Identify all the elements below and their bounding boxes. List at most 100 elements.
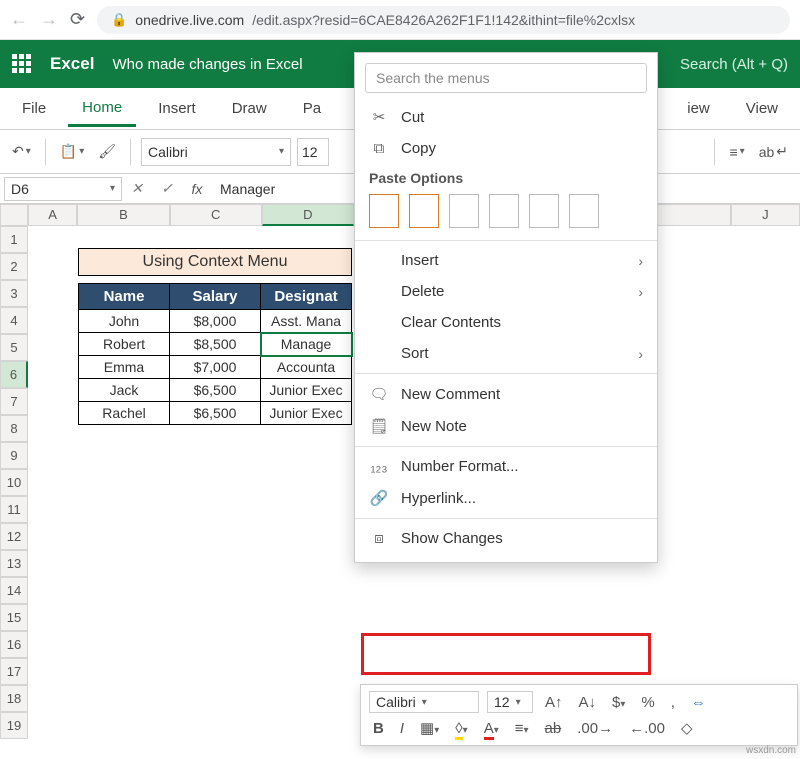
enter-formula-icon[interactable]: ✓ xyxy=(152,180,182,197)
row-header[interactable]: 19 xyxy=(0,712,28,739)
number-format-item[interactable]: ₁₂₃Number Format... xyxy=(355,451,657,482)
forward-button[interactable]: → xyxy=(40,9,58,30)
table-cell[interactable]: Asst. Mana xyxy=(261,310,352,333)
decrease-font-icon[interactable]: A↓ xyxy=(575,692,601,713)
row-header[interactable]: 12 xyxy=(0,523,28,550)
clear-format-icon[interactable]: ◇ xyxy=(677,717,697,739)
copy-item[interactable]: ⧉Copy xyxy=(355,133,657,164)
new-comment-item[interactable]: 🗨New Comment xyxy=(355,378,657,410)
fill-color-icon[interactable]: ◊▾ xyxy=(451,718,471,739)
comma-icon[interactable]: , xyxy=(667,692,679,713)
fx-icon[interactable]: fx xyxy=(182,181,212,197)
row-header[interactable]: 14 xyxy=(0,577,28,604)
align-button[interactable]: ≡▾ xyxy=(725,142,748,162)
reload-button[interactable]: ⟳ xyxy=(70,9,85,30)
merge-icon[interactable]: ⇔ xyxy=(687,692,710,713)
table-cell[interactable]: $7,000 xyxy=(170,356,261,379)
currency-icon[interactable]: $▾ xyxy=(608,692,629,713)
mini-size-select[interactable]: 12▾ xyxy=(487,691,533,713)
borders-icon[interactable]: ▦▾ xyxy=(416,717,443,739)
strikethrough-icon[interactable]: ab xyxy=(541,718,566,739)
tab-insert[interactable]: Insert xyxy=(144,92,210,125)
mini-font-select[interactable]: Calibri▾ xyxy=(369,691,479,713)
search-hint[interactable]: Search (Alt + Q) xyxy=(680,56,788,73)
col-header[interactable]: A xyxy=(28,204,78,226)
menu-search[interactable]: Search the menus xyxy=(365,63,647,93)
table-cell[interactable]: $6,500 xyxy=(170,379,261,402)
table-cell[interactable]: Junior Exec xyxy=(261,379,352,402)
row-header[interactable]: 1 xyxy=(0,226,28,253)
table-cell[interactable]: Accounta xyxy=(261,356,352,379)
row-header[interactable]: 11 xyxy=(0,496,28,523)
paste-link-icon[interactable] xyxy=(569,194,599,228)
tab-home[interactable]: Home xyxy=(68,91,136,127)
cancel-formula-icon[interactable]: ✕ xyxy=(122,180,152,197)
table-cell[interactable]: $8,500 xyxy=(170,333,261,356)
sort-item[interactable]: Sort› xyxy=(355,338,657,369)
align-icon[interactable]: ≡▾ xyxy=(511,718,533,739)
table-cell[interactable]: Robert xyxy=(79,333,170,356)
tab-page[interactable]: Pa xyxy=(289,92,335,125)
undo-button[interactable]: ↶▾ xyxy=(8,141,35,162)
address-bar[interactable]: 🔒 onedrive.live.com/edit.aspx?resid=6CAE… xyxy=(97,6,790,34)
tab-review[interactable]: iew xyxy=(673,92,724,125)
table-cell[interactable]: Emma xyxy=(79,356,170,379)
format-painter-icon[interactable]: 🖌 xyxy=(94,141,120,162)
table-cell[interactable]: Rachel xyxy=(79,402,170,425)
app-launcher-icon[interactable] xyxy=(12,54,32,74)
row-header[interactable]: 13 xyxy=(0,550,28,577)
bold-button[interactable]: B xyxy=(369,718,388,739)
percent-icon[interactable]: % xyxy=(637,692,658,713)
col-header[interactable]: B xyxy=(77,204,169,226)
back-button[interactable]: ← xyxy=(10,9,28,30)
select-all-corner[interactable] xyxy=(0,204,28,226)
doc-name[interactable]: Who made changes in Excel xyxy=(112,56,302,73)
row-header[interactable]: 17 xyxy=(0,658,28,685)
increase-font-icon[interactable]: A↑ xyxy=(541,692,567,713)
table-cell[interactable]: Junior Exec xyxy=(261,402,352,425)
row-header[interactable]: 5 xyxy=(0,334,28,361)
paste-icon[interactable] xyxy=(369,194,399,228)
paste-formatting-icon[interactable] xyxy=(529,194,559,228)
tab-file[interactable]: File xyxy=(8,92,60,125)
insert-item[interactable]: Insert› xyxy=(355,245,657,276)
row-header[interactable]: 3 xyxy=(0,280,28,307)
col-header[interactable]: D xyxy=(262,204,354,226)
row-header[interactable]: 9 xyxy=(0,442,28,469)
row-header[interactable]: 8 xyxy=(0,415,28,442)
table-cell[interactable]: John xyxy=(79,310,170,333)
row-header[interactable]: 15 xyxy=(0,604,28,631)
table-cell[interactable]: Jack xyxy=(79,379,170,402)
row-header[interactable]: 2 xyxy=(0,253,28,280)
table-cell[interactable]: $8,000 xyxy=(170,310,261,333)
decrease-decimal-icon[interactable]: .00→ xyxy=(573,718,617,739)
font-size-select[interactable]: 12 xyxy=(297,138,329,166)
paste-values-icon[interactable] xyxy=(409,194,439,228)
tab-view[interactable]: View xyxy=(732,92,792,125)
paste-formulas-icon[interactable] xyxy=(449,194,479,228)
paste-transpose-icon[interactable] xyxy=(489,194,519,228)
cut-item[interactable]: ✂Cut xyxy=(355,101,657,133)
font-color-icon[interactable]: A▾ xyxy=(480,718,503,739)
row-header[interactable]: 10 xyxy=(0,469,28,496)
row-header[interactable]: 18 xyxy=(0,685,28,712)
row-header[interactable]: 16 xyxy=(0,631,28,658)
font-select[interactable]: Calibri▾ xyxy=(141,138,291,166)
col-header[interactable]: J xyxy=(731,204,800,226)
row-header[interactable]: 7 xyxy=(0,388,28,415)
new-note-item[interactable]: 🗒New Note xyxy=(355,410,657,442)
tab-draw[interactable]: Draw xyxy=(218,92,281,125)
show-changes-item[interactable]: ⧈Show Changes xyxy=(355,523,657,554)
paste-button[interactable]: 📋▾ xyxy=(56,141,88,162)
name-box[interactable]: D6▾ xyxy=(4,177,122,201)
table-cell[interactable]: $6,500 xyxy=(170,402,261,425)
italic-button[interactable]: I xyxy=(396,718,408,739)
col-header[interactable]: C xyxy=(170,204,262,226)
delete-item[interactable]: Delete› xyxy=(355,276,657,307)
hyperlink-item[interactable]: 🔗Hyperlink... xyxy=(355,482,657,514)
clear-contents-item[interactable]: Clear Contents xyxy=(355,307,657,338)
table-cell[interactable]: Manage xyxy=(261,333,352,356)
row-header[interactable]: 4 xyxy=(0,307,28,334)
row-header[interactable]: 6 xyxy=(0,361,28,388)
increase-decimal-icon[interactable]: ←.00 xyxy=(625,718,669,739)
